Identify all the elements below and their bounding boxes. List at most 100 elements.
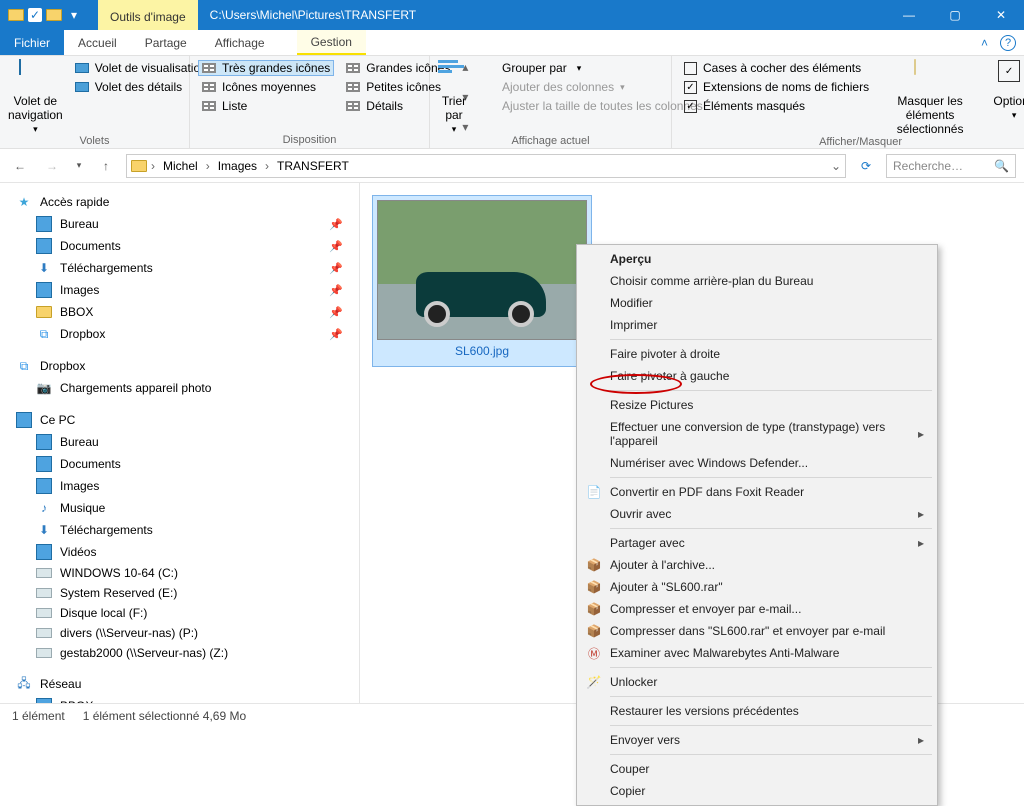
ctx-compress-mail[interactable]: 📦Compresser et envoyer par e-mail... [580,598,934,620]
wand-icon: 🪄 [586,674,602,690]
search-input[interactable]: Recherche…🔍 [886,154,1016,178]
pane-icon [19,60,51,92]
tool-tab-images[interactable]: Outils d'image [98,0,198,30]
chevron-right-icon: ▸ [918,733,924,747]
tree-item[interactable]: Documents [12,453,347,475]
hidden-toggle[interactable]: ✓Éléments masqués [680,98,873,114]
close-button[interactable]: ✕ [978,0,1024,30]
minimize-button[interactable]: — [886,0,932,30]
ctx-open-with[interactable]: Ouvrir avec▸ [580,503,934,525]
share-tab[interactable]: Partage [131,30,201,55]
shield-icon: Ⓜ [586,645,602,661]
checkbox-items-toggle[interactable]: Cases à cocher des éléments [680,60,873,76]
tree-item[interactable]: System Reserved (E:) [12,583,347,603]
ctx-resize-pictures[interactable]: Resize Pictures [580,394,934,416]
tree-quick-access[interactable]: ★Accès rapide [12,191,347,213]
pin-icon: 📌 [329,328,343,341]
tree-item[interactable]: ⧉Dropbox📌 [12,323,347,345]
maximize-button[interactable]: ▢ [932,0,978,30]
hide-selected-button[interactable]: Masquer les éléments sélectionnés [881,60,979,136]
ctx-defender[interactable]: Numériser avec Windows Defender... [580,452,934,474]
ctx-foxit[interactable]: 📄Convertir en PDF dans Foxit Reader [580,481,934,503]
tree-item[interactable]: Documents📌 [12,235,347,257]
view-tab[interactable]: Affichage [201,30,279,55]
tree-item[interactable]: Bureau📌 [12,213,347,235]
ctx-print[interactable]: Imprimer [580,314,934,336]
tree-item[interactable]: Vidéos [12,541,347,563]
ribbon-group-label: Afficher/Masquer [680,136,1024,148]
ctx-modify[interactable]: Modifier [580,292,934,314]
breadcrumb-seg[interactable]: TRANSFERT [273,159,353,173]
help-icon[interactable]: ? [1000,35,1016,51]
ctx-rotate-left[interactable]: Faire pivoter à gauche [580,365,934,387]
ctx-rotate-right[interactable]: Faire pivoter à droite [580,343,934,365]
ctx-transtype[interactable]: Effectuer une conversion de type (transt… [580,416,934,452]
tree-network[interactable]: 🖧Réseau [12,673,347,695]
ctx-add-archive[interactable]: 📦Ajouter à l'archive... [580,554,934,576]
tree-item[interactable]: BBOX📌 [12,301,347,323]
tree-item[interactable]: ⬇Téléchargements📌 [12,257,347,279]
ctx-compress-mail2[interactable]: 📦Compresser dans "SL600.rar" et envoyer … [580,620,934,642]
ctx-add-rar[interactable]: 📦Ajouter à "SL600.rar" [580,576,934,598]
network-drive-icon [36,648,52,658]
tree-item[interactable]: gestab2000 (\\Serveur-nas) (Z:) [12,643,347,663]
tree-item[interactable]: ♪Musique [12,497,347,519]
recent-button[interactable]: ▾ [72,154,86,178]
manage-tab[interactable]: Gestion [297,30,366,55]
ctx-cut[interactable]: Couper [580,758,934,780]
folder-icon [36,282,52,298]
camera-icon: 📷 [36,380,52,396]
ctx-wallpaper[interactable]: Choisir comme arrière-plan du Bureau [580,270,934,292]
tree-item[interactable]: ⬇Téléchargements [12,519,347,541]
ctx-send-to[interactable]: Envoyer vers▸ [580,729,934,751]
ribbon-tabs: Fichier Accueil Partage Affichage Gestio… [0,30,1024,56]
ctx-share-with[interactable]: Partager avec▸ [580,532,934,554]
tree-this-pc[interactable]: Ce PC [12,409,347,431]
back-button[interactable]: ← [8,154,32,178]
folder-icon [36,216,52,232]
layout-list[interactable]: Liste [198,98,334,114]
tree-item[interactable]: Images📌 [12,279,347,301]
nav-tree[interactable]: ★Accès rapide Bureau📌 Documents📌 ⬇Téléch… [0,183,360,703]
tree-item[interactable]: Images [12,475,347,497]
drive-icon [36,608,52,618]
ctx-restore-versions[interactable]: Restaurer les versions précédentes [580,700,934,722]
ribbon-group-label: Affichage actuel [438,135,663,147]
tree-item[interactable]: Bureau [12,431,347,453]
extensions-toggle[interactable]: ✓Extensions de noms de fichiers [680,79,873,95]
ctx-preview[interactable]: Aperçu [580,248,934,270]
ctx-copy[interactable]: Copier [580,780,934,802]
home-tab[interactable]: Accueil [64,30,131,55]
forward-button[interactable]: → [40,154,64,178]
collapse-ribbon-icon[interactable]: ˄ [981,36,988,50]
chevron-down-icon: ▾ [33,124,38,135]
layout-xlarge[interactable]: Très grandes icônes [198,60,334,76]
tree-item[interactable]: Disque local (F:) [12,603,347,623]
tree-dropbox[interactable]: ⧉Dropbox [12,355,347,377]
ctx-unlocker[interactable]: 🪄Unlocker [580,671,934,693]
breadcrumb-drop-icon[interactable]: ⌄ [831,159,841,173]
breadcrumb-seg[interactable]: Michel [159,159,202,173]
download-icon: ⬇ [36,522,52,538]
tree-item[interactable]: 📷Chargements appareil photo [12,377,347,399]
layout-medium[interactable]: Icônes moyennes [198,79,334,95]
navigation-pane-button[interactable]: Volet de navigation ▾ [8,60,63,135]
tree-item[interactable]: divers (\\Serveur-nas) (P:) [12,623,347,643]
checkbox-icon[interactable]: ✓ [28,8,42,22]
options-button[interactable]: ✓ Options ▾ [987,60,1024,136]
menu-drop-icon[interactable]: ▾ [66,7,82,23]
tree-item[interactable]: BBOX [12,695,347,703]
chevron-down-icon: ▾ [452,124,457,135]
up-button[interactable]: ↑ [94,154,118,178]
ctx-malwarebytes[interactable]: ⓂExaminer avec Malwarebytes Anti-Malware [580,642,934,664]
file-tab[interactable]: Fichier [0,30,64,55]
refresh-button[interactable]: ⟳ [854,154,878,178]
breadcrumb[interactable]: › Michel› Images› TRANSFERT ⌄ [126,154,846,178]
tree-item[interactable]: WINDOWS 10-64 (C:) [12,563,347,583]
file-thumbnail[interactable]: SL600.jpg [372,195,592,367]
drive-icon [36,568,52,578]
window-title: C:\Users\Michel\Pictures\TRANSFERT [198,0,886,30]
network-drive-icon [36,628,52,638]
sort-button[interactable]: Trier par ▾ [438,60,470,135]
breadcrumb-seg[interactable]: Images [214,159,261,173]
